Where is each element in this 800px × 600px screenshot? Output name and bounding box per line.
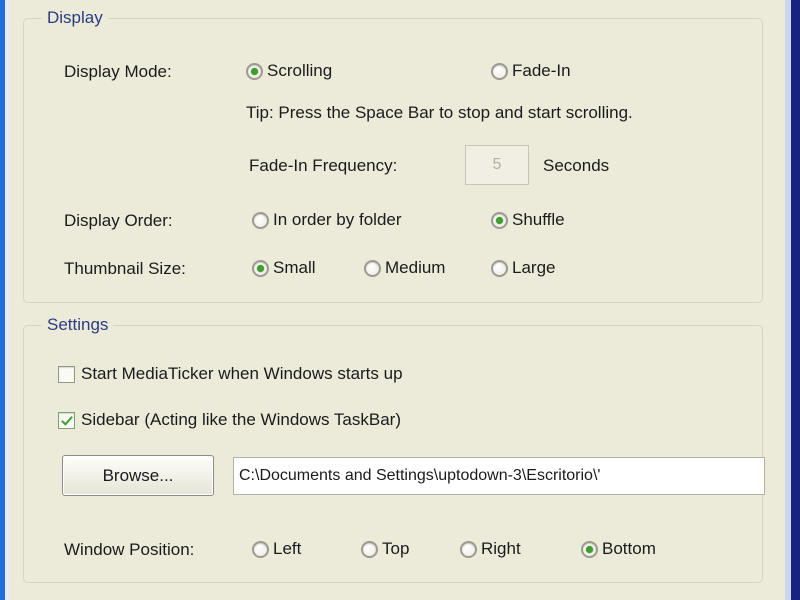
browse-button[interactable]: Browse... [62,455,214,496]
radio-indicator [364,259,381,277]
space-bar-tip-text: Tip: Press the Space Bar to stop and sta… [246,103,633,122]
display-groupbox: Display Display Mode: Scrolling Fade-In … [23,8,763,303]
radio-indicator [252,540,269,558]
radio-label: Fade-In [512,61,571,80]
checkbox-indicator [58,365,75,383]
radio-label: Shuffle [512,210,565,229]
options-client-area: Display Display Mode: Scrolling Fade-In … [9,0,785,600]
radio-display-mode-scrolling[interactable]: Scrolling [246,61,332,81]
radio-window-position-left[interactable]: Left [252,539,301,559]
radio-label: Scrolling [267,61,333,80]
radio-indicator [361,540,378,558]
media-folder-path-input[interactable] [233,457,765,495]
radio-indicator [581,540,598,558]
window-position-label: Window Position: [64,540,195,559]
radio-display-order-shuffle[interactable]: Shuffle [491,210,565,230]
radio-window-position-right[interactable]: Right [460,539,521,559]
fade-in-frequency-units-label: Seconds [543,156,610,175]
radio-label: Right [481,539,521,558]
checkbox-start-with-windows[interactable]: Start MediaTicker when Windows starts up [58,364,403,384]
fade-in-frequency-label: Fade-In Frequency: [249,156,398,175]
settings-groupbox: Settings Start MediaTicker when Windows … [23,315,765,583]
radio-indicator [491,211,508,229]
settings-group-legend: Settings [42,315,114,335]
radio-thumbnail-size-medium[interactable]: Medium [364,258,445,278]
checkbox-sidebar[interactable]: Sidebar (Acting like the Windows TaskBar… [58,410,401,430]
checkbox-label: Start MediaTicker when Windows starts up [81,364,403,383]
display-mode-label: Display Mode: [64,62,172,81]
window-right-accent-border [791,0,800,600]
radio-label: Medium [385,258,446,277]
radio-label: Top [382,539,410,558]
radio-thumbnail-size-large[interactable]: Large [491,258,555,278]
radio-indicator [491,259,508,277]
radio-indicator [246,62,263,80]
radio-label: Small [273,258,316,277]
mediaticker-options-window: Display Display Mode: Scrolling Fade-In … [0,0,800,600]
radio-indicator [460,540,477,558]
radio-display-order-in-order-by-folder[interactable]: In order by folder [252,210,402,230]
radio-label: Bottom [602,539,656,558]
radio-label: Left [273,539,302,558]
display-group-legend: Display [42,8,108,28]
radio-window-position-bottom[interactable]: Bottom [581,539,656,559]
radio-indicator [252,211,269,229]
radio-label: Large [512,258,556,277]
fade-in-frequency-input[interactable] [465,145,529,185]
radio-indicator [252,259,269,277]
radio-label: In order by folder [273,210,402,229]
checkbox-label: Sidebar (Acting like the Windows TaskBar… [81,410,401,429]
checkbox-indicator [58,411,75,429]
radio-window-position-top[interactable]: Top [361,539,409,559]
thumbnail-size-label: Thumbnail Size: [64,259,186,278]
radio-display-mode-fade-in[interactable]: Fade-In [491,61,571,81]
display-order-label: Display Order: [64,211,173,230]
radio-thumbnail-size-small[interactable]: Small [252,258,316,278]
radio-indicator [491,62,508,80]
